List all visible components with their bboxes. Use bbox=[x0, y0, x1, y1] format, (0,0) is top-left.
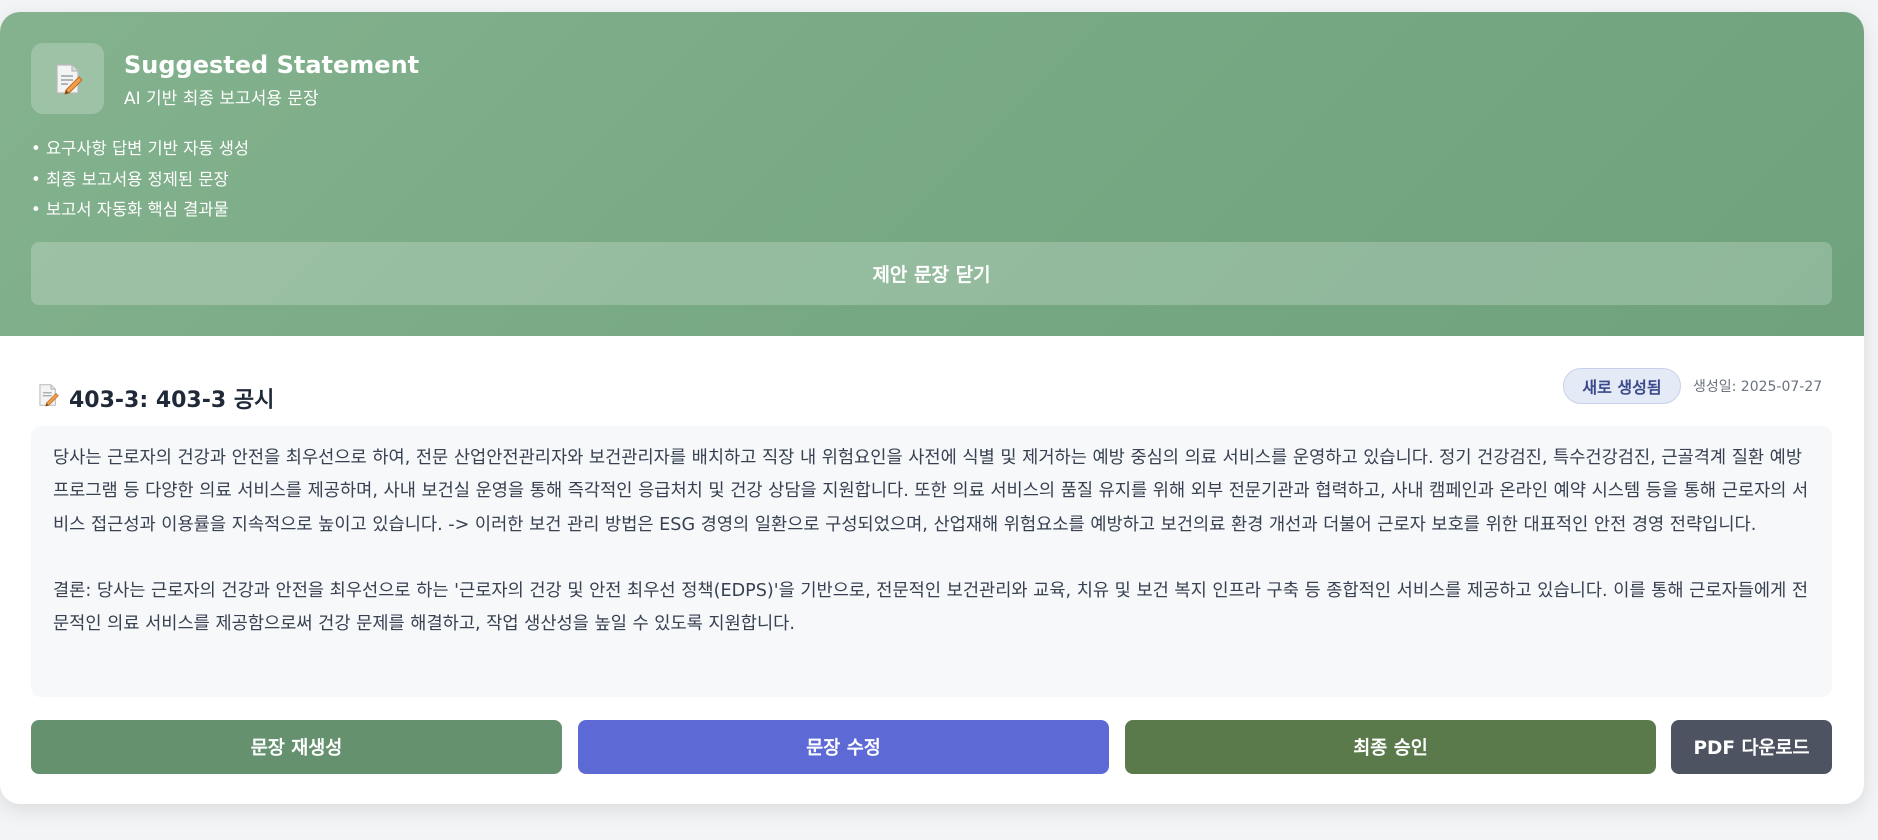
pdf-download-button[interactable]: PDF 다운로드 bbox=[1671, 720, 1832, 774]
document-edit-icon bbox=[31, 43, 104, 114]
final-approve-button[interactable]: 최종 승인 bbox=[1125, 720, 1656, 774]
edit-statement-button[interactable]: 문장 수정 bbox=[578, 720, 1109, 774]
regenerate-button[interactable]: 문장 재생성 bbox=[31, 720, 562, 774]
statement-title: 403-3: 403-3 공시 bbox=[69, 388, 275, 413]
statement-text-box: 당사는 근로자의 건강과 안전을 최우선으로 하여, 전문 산업안전관리자와 보… bbox=[31, 426, 1832, 697]
statement-header: Suggested Statement AI 기반 최종 보고서용 문장 • 요… bbox=[0, 12, 1864, 336]
feature-item: • 최종 보고서용 정제된 문장 bbox=[31, 169, 229, 189]
suggested-statement-card: Suggested Statement AI 기반 최종 보고서용 문장 • 요… bbox=[0, 12, 1864, 804]
header-subtitle: AI 기반 최종 보고서용 문장 bbox=[124, 89, 319, 109]
statement-conclusion: 결론: 당사는 근로자의 건강과 안전을 최우선으로 하는 '근로자의 건강 및… bbox=[53, 581, 1809, 635]
close-statement-button[interactable]: 제안 문장 닫기 bbox=[31, 242, 1832, 305]
status-badge: 새로 생성됨 bbox=[1563, 368, 1681, 404]
feature-list: • 요구사항 답변 기반 자동 생성 • 최종 보고서용 정제된 문장 • 보고… bbox=[31, 134, 249, 226]
header-title: Suggested Statement bbox=[124, 51, 420, 79]
statement-paragraph: 당사는 근로자의 건강과 안전을 최우선으로 하여, 전문 산업안전관리자와 보… bbox=[53, 448, 1809, 535]
feature-item: • 보고서 자동화 핵심 결과물 bbox=[31, 200, 229, 219]
action-bar: 문장 재생성 문장 수정 최종 승인 PDF 다운로드 bbox=[31, 720, 1832, 774]
document-edit-icon bbox=[37, 383, 59, 411]
feature-item: • 요구사항 답변 기반 자동 생성 bbox=[31, 139, 250, 158]
created-date: 생성일: 2025-07-27 bbox=[1693, 379, 1823, 395]
